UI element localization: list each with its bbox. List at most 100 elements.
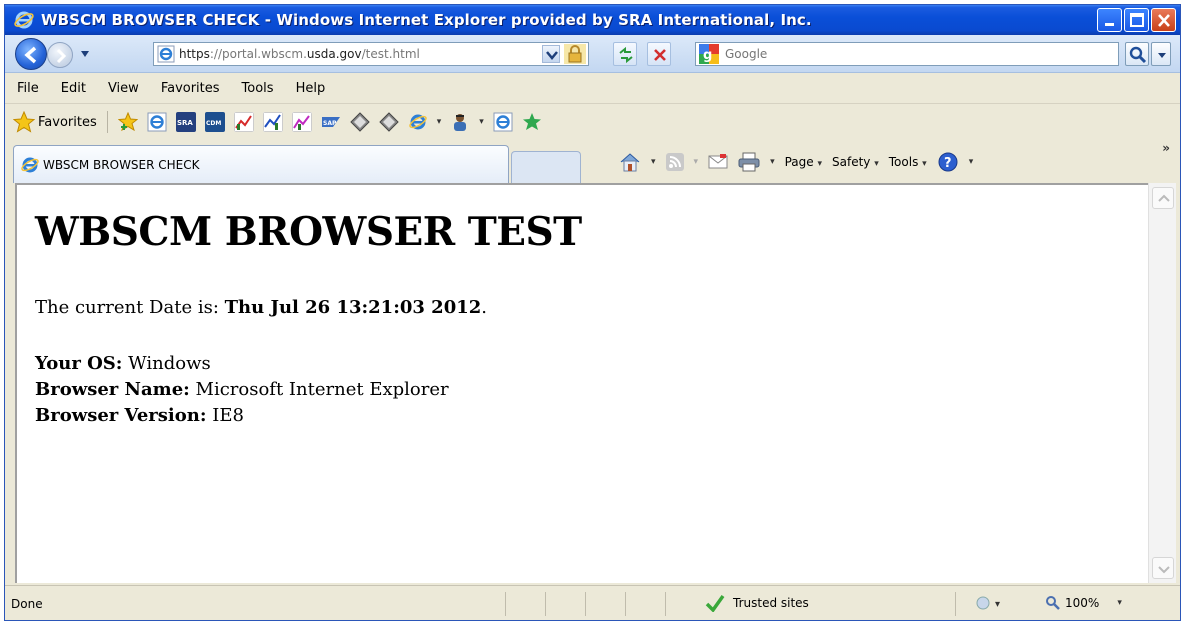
read-mail-icon[interactable] <box>708 153 728 171</box>
date-suffix: . <box>481 297 488 318</box>
chevron-down-icon[interactable]: ▾ <box>969 157 974 167</box>
tab-label: WBSCM BROWSER CHECK <box>43 157 200 172</box>
chevron-down-icon[interactable]: ▾ <box>694 157 699 167</box>
magnifier-icon <box>1129 46 1147 64</box>
sra-icon[interactable]: SRA <box>175 112 196 132</box>
page-content: WBSCM BROWSER TEST The current Date is: … <box>15 183 1148 583</box>
home-icon[interactable] <box>619 151 641 173</box>
refresh-button[interactable] <box>613 42 637 66</box>
chevron-down-icon <box>1158 566 1170 574</box>
favorites-button-label[interactable]: Favorites <box>38 115 97 130</box>
sap-icon[interactable]: SAP <box>321 112 341 132</box>
back-button[interactable] <box>15 38 47 70</box>
scroll-up-button[interactable] <box>1152 187 1174 209</box>
forward-arrow-icon <box>56 48 67 64</box>
ie-page-icon <box>157 45 175 63</box>
svg-text:?: ? <box>944 156 952 171</box>
ie-logo-icon <box>21 157 39 172</box>
ie-dropdown-icon[interactable] <box>408 112 428 132</box>
security-zone[interactable]: Trusted sites <box>705 594 809 612</box>
scroll-down-button[interactable] <box>1152 557 1174 579</box>
forward-button[interactable] <box>47 42 73 68</box>
safety-menu[interactable]: Safety ▾ <box>832 155 879 169</box>
chevron-down-icon: ▾ <box>1117 598 1122 608</box>
url-domain: usda.gov <box>306 47 362 61</box>
ie-page-icon[interactable] <box>147 112 167 132</box>
chevron-more-icon[interactable]: » <box>1162 141 1170 155</box>
chart-icon-1[interactable] <box>233 112 254 132</box>
close-button[interactable] <box>1151 8 1176 32</box>
maximize-icon <box>1130 13 1144 27</box>
search-options-button[interactable] <box>1151 42 1171 66</box>
status-text: Done <box>11 597 43 611</box>
vertical-scrollbar[interactable] <box>1148 183 1176 583</box>
stop-button[interactable] <box>647 42 671 66</box>
back-arrow-icon <box>24 46 37 64</box>
chevron-down-icon[interactable]: ▾ <box>479 117 484 127</box>
zoom-control[interactable]: 100% ▾ <box>1045 595 1122 611</box>
menu-view[interactable]: View <box>108 81 139 96</box>
minimize-button[interactable] <box>1097 8 1122 32</box>
help-icon[interactable]: ? <box>937 151 959 173</box>
menu-edit[interactable]: Edit <box>61 81 86 96</box>
address-url: https://portal.wbscm.usda.gov/test.html <box>179 47 420 61</box>
tools-menu[interactable]: Tools ▾ <box>889 155 927 169</box>
menu-favorites[interactable]: Favorites <box>161 81 220 96</box>
title-bar[interactable]: WBSCM BROWSER CHECK - Windows Internet E… <box>5 5 1180 35</box>
menu-help[interactable]: Help <box>296 81 326 96</box>
url-path: /test.html <box>361 47 420 61</box>
safety-menu-label: Safety <box>832 155 871 169</box>
menu-tools[interactable]: Tools <box>242 81 274 96</box>
browser-name-line: Browser Name: Microsoft Internet Explore… <box>35 379 449 400</box>
search-box[interactable]: g <box>695 42 1119 66</box>
new-tab-button[interactable] <box>511 151 581 183</box>
os-line: Your OS: Windows <box>35 353 211 374</box>
maximize-button[interactable] <box>1124 8 1149 32</box>
diamond-icon-1[interactable] <box>350 112 370 132</box>
menu-file[interactable]: File <box>17 81 39 96</box>
status-divider <box>625 592 626 616</box>
svg-text:SAP: SAP <box>323 120 337 127</box>
page-menu[interactable]: Page ▾ <box>785 155 822 169</box>
green-star-icon[interactable] <box>522 112 542 132</box>
zoom-level: 100% <box>1065 596 1100 610</box>
chevron-down-icon[interactable]: ▾ <box>437 117 442 127</box>
chevron-down-icon: ▾ <box>874 159 879 169</box>
command-bar: ▾ ▾ ▾ Page ▾ Safety ▾ Tools ▾ ? ▾ <box>619 149 973 175</box>
chart-icon-2[interactable] <box>262 112 283 132</box>
checkmark-icon <box>705 594 725 612</box>
ie-logo-icon <box>14 11 34 29</box>
os-value: Windows <box>122 353 211 374</box>
person-dropdown-icon[interactable] <box>450 112 470 132</box>
protected-mode-button[interactable]: ▾ <box>975 595 1009 614</box>
svg-text:SRA: SRA <box>177 119 193 127</box>
add-favorite-icon[interactable] <box>117 112 138 132</box>
globe-lock-icon: ▾ <box>976 596 1000 610</box>
chart-icon-3[interactable] <box>291 112 312 132</box>
lock-icon[interactable] <box>564 44 586 64</box>
ie-page-icon-2[interactable] <box>493 112 513 132</box>
feeds-icon[interactable] <box>665 153 684 171</box>
recent-pages-dropdown-icon[interactable] <box>79 49 91 59</box>
chevron-down-icon[interactable]: ▾ <box>770 157 775 167</box>
print-icon[interactable] <box>738 152 760 172</box>
status-divider <box>665 592 666 616</box>
page-heading: WBSCM BROWSER TEST <box>35 209 582 255</box>
favorites-star-icon[interactable] <box>13 111 35 133</box>
browser-window: WBSCM BROWSER CHECK - Windows Internet E… <box>4 4 1181 621</box>
date-value: Thu Jul 26 13:21:03 2012 <box>224 297 482 318</box>
search-input[interactable] <box>725 47 1085 61</box>
stop-icon <box>654 49 666 61</box>
tab-wbscm-browser-check[interactable]: WBSCM BROWSER CHECK <box>13 145 509 183</box>
close-icon <box>1158 14 1170 27</box>
diamond-icon-2[interactable] <box>379 112 399 132</box>
url-scheme: https <box>179 47 210 61</box>
search-button[interactable] <box>1125 42 1149 66</box>
security-zone-label: Trusted sites <box>733 596 809 610</box>
chevron-down-icon <box>546 51 558 60</box>
address-bar[interactable]: https://portal.wbscm.usda.gov/test.html <box>153 42 589 66</box>
chevron-down-icon[interactable]: ▾ <box>651 157 656 167</box>
cdm-icon[interactable]: CDM <box>204 112 225 132</box>
address-dropdown-button[interactable] <box>542 45 560 63</box>
status-divider <box>955 592 956 616</box>
